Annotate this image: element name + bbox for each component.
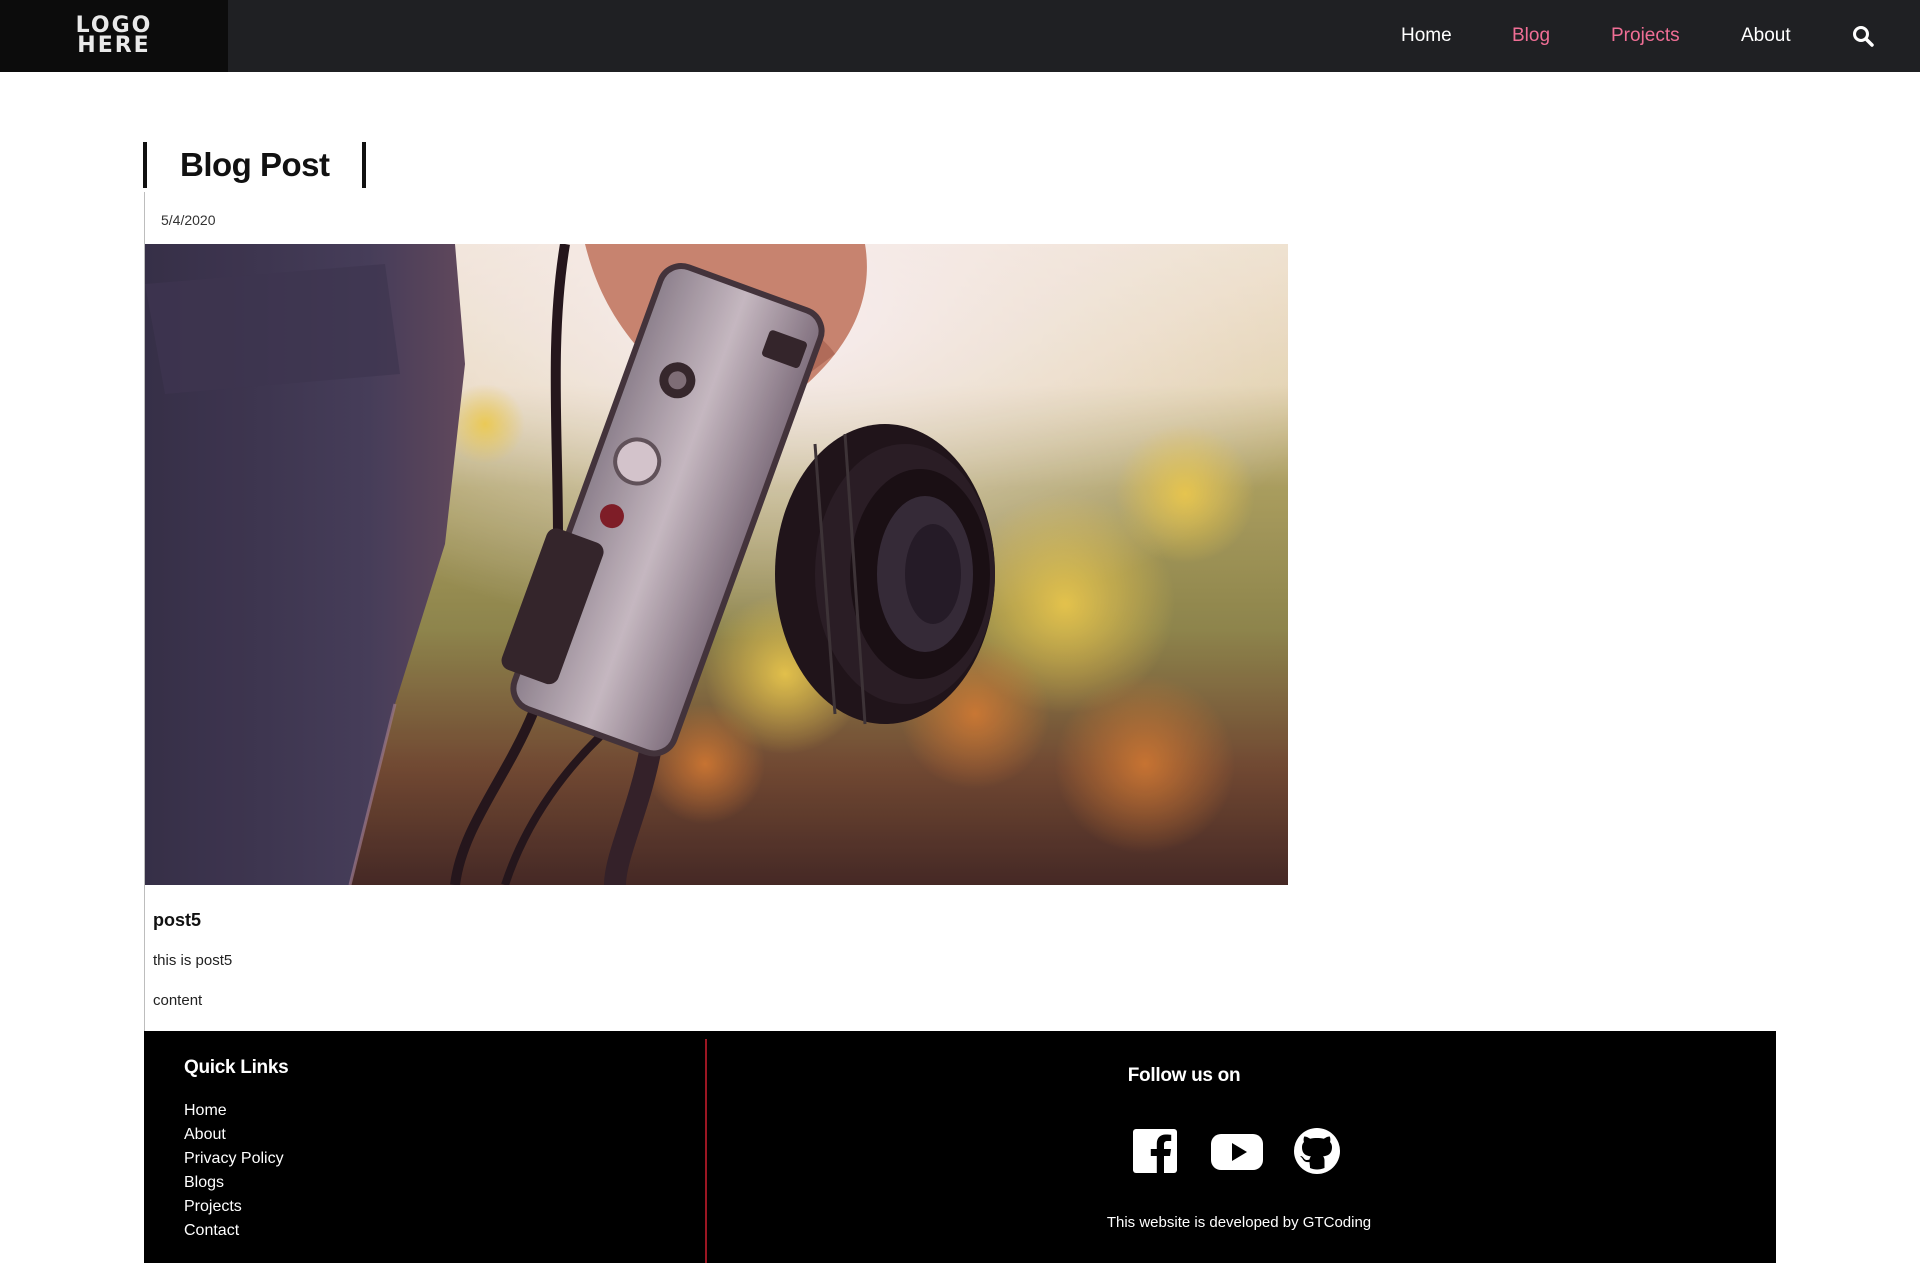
post-title: post5 xyxy=(153,910,202,930)
youtube-icon[interactable] xyxy=(1211,1127,1263,1175)
developer-credit: This website is developed by GTCoding xyxy=(1106,1214,1372,1231)
footer-link-privacy-policy[interactable]: Privacy Policy xyxy=(184,1147,284,1171)
top-navbar: LOGO HERE Home Blog Projects About xyxy=(0,0,1920,72)
quick-links-title: Quick Links xyxy=(184,1057,289,1078)
post-excerpt: this is post5 xyxy=(153,952,233,969)
post-content: content xyxy=(153,992,203,1009)
nav-home-link[interactable]: Home xyxy=(1401,24,1452,48)
footer-link-projects[interactable]: Projects xyxy=(184,1195,284,1219)
footer-link-home[interactable]: Home xyxy=(184,1099,284,1123)
footer-link-about[interactable]: About xyxy=(184,1123,284,1147)
page-title: Blog Post xyxy=(143,142,366,189)
post-date: 5/4/2020 xyxy=(161,212,216,228)
github-icon[interactable] xyxy=(1293,1127,1341,1175)
quick-links-list: Home About Privacy Policy Blogs Projects… xyxy=(184,1099,284,1243)
footer-link-blogs[interactable]: Blogs xyxy=(184,1171,284,1195)
footer-divider xyxy=(705,1039,707,1263)
logo-line-2: HERE xyxy=(77,33,151,58)
search-icon[interactable] xyxy=(1851,24,1875,48)
nav-blog-link[interactable]: Blog xyxy=(1512,24,1550,48)
facebook-icon[interactable] xyxy=(1131,1127,1179,1175)
footer-link-contact[interactable]: Contact xyxy=(184,1219,284,1243)
site-footer: Quick Links Home About Privacy Policy Bl… xyxy=(144,1031,1776,1263)
follow-us-title: Follow us on xyxy=(1127,1065,1241,1086)
nav-projects-link[interactable]: Projects xyxy=(1611,24,1680,48)
nav-about-link[interactable]: About xyxy=(1741,24,1791,48)
blog-post: 5/4/2020 post5 this is post5 content xyxy=(144,192,1776,1031)
site-logo[interactable]: LOGO HERE xyxy=(0,0,228,72)
post-image xyxy=(145,244,1288,885)
